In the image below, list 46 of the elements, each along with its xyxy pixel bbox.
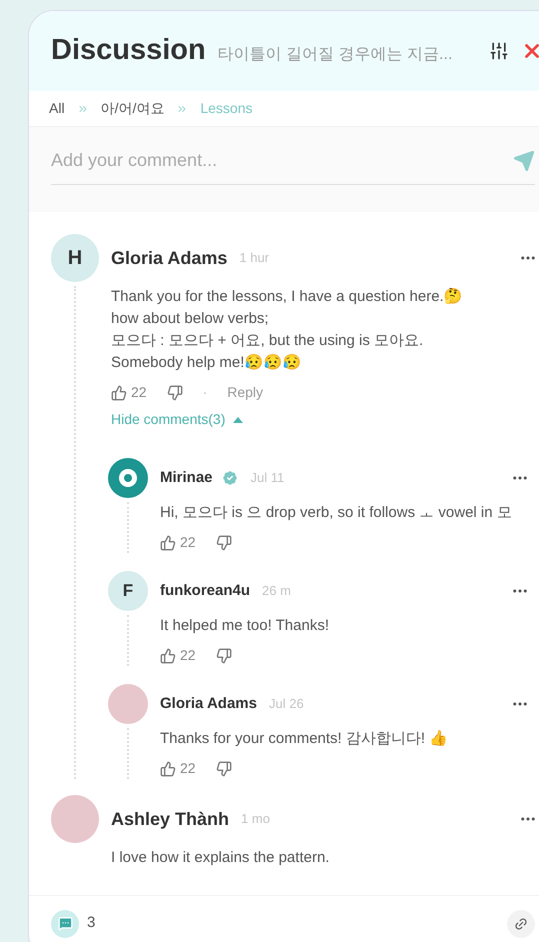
comment-time: 1 mo bbox=[241, 810, 270, 828]
author-name: Gloria Adams bbox=[160, 694, 257, 714]
comment-bubble-icon[interactable] bbox=[51, 910, 79, 938]
author-name: Mirinae bbox=[160, 468, 213, 488]
logo-avatar-icon bbox=[108, 458, 148, 498]
comment-text: I love how it explains the pattern. bbox=[111, 848, 330, 868]
hide-comments-toggle[interactable]: Hide comments(3) bbox=[111, 409, 244, 430]
panel-title: Discussion bbox=[51, 33, 206, 68]
photo-placeholder bbox=[51, 795, 99, 843]
comment-time: Jul 26 bbox=[268, 695, 304, 714]
comment-text: It helped me too! Thanks! bbox=[160, 616, 330, 636]
comment-text: Thanks for your comments! 감사합니다! 👍 bbox=[160, 729, 450, 749]
like-icon[interactable] bbox=[160, 760, 176, 776]
author-name: funkorean4u bbox=[160, 580, 250, 601]
avatar-initial: F bbox=[108, 571, 148, 611]
comment-time: Jul 11 bbox=[250, 469, 284, 488]
like-count: 22 bbox=[180, 533, 196, 552]
link-icon[interactable] bbox=[507, 910, 535, 938]
dislike-icon[interactable] bbox=[216, 648, 232, 664]
comment-time: 26 m bbox=[262, 582, 291, 600]
comment-text: Thank you for the lessons, I have a question here.🤔 how about below verbs; 모으다 : 모으다 + 어요, but the using is 모아요. Somebody help me!😥😥😥 bbox=[111, 287, 464, 373]
like-icon[interactable] bbox=[111, 384, 127, 400]
author-name: Gloria Adams bbox=[111, 246, 228, 270]
dot-separator: · bbox=[202, 383, 208, 402]
comment-count: 3 bbox=[87, 913, 96, 934]
comment-field[interactable]: Add your comment... bbox=[29, 127, 539, 212]
comment-input[interactable]: Add your comment... bbox=[51, 147, 513, 174]
breadcrumb-link[interactable]: All bbox=[49, 98, 65, 119]
dislike-icon[interactable] bbox=[216, 534, 232, 550]
dislike-icon[interactable] bbox=[166, 384, 183, 400]
photo-placeholder bbox=[108, 684, 148, 724]
comment-text: Hi, 모으다 is 으 drop verb, so it follows ㅗ vowel in 모 bbox=[160, 503, 513, 523]
filter-settings-icon[interactable] bbox=[489, 41, 509, 61]
like-count: 22 bbox=[180, 646, 196, 665]
avatar-initial: H bbox=[51, 234, 99, 282]
comment-time: 1 hur bbox=[239, 249, 270, 268]
like-icon[interactable] bbox=[160, 534, 176, 550]
like-icon[interactable] bbox=[160, 648, 176, 664]
reply-button[interactable]: Reply bbox=[227, 382, 264, 403]
breadcrumb-link[interactable]: 아/어/여요 bbox=[100, 98, 164, 119]
breadcrumb-link[interactable]: Lessons bbox=[200, 98, 252, 119]
author-name: Ashley Thành bbox=[111, 808, 230, 831]
like-count: 22 bbox=[131, 383, 147, 402]
like-count: 22 bbox=[180, 759, 196, 778]
dislike-icon[interactable] bbox=[216, 760, 232, 776]
panel-subtitle: 타이틀이 길어질 경우에는 지금... bbox=[218, 45, 452, 65]
